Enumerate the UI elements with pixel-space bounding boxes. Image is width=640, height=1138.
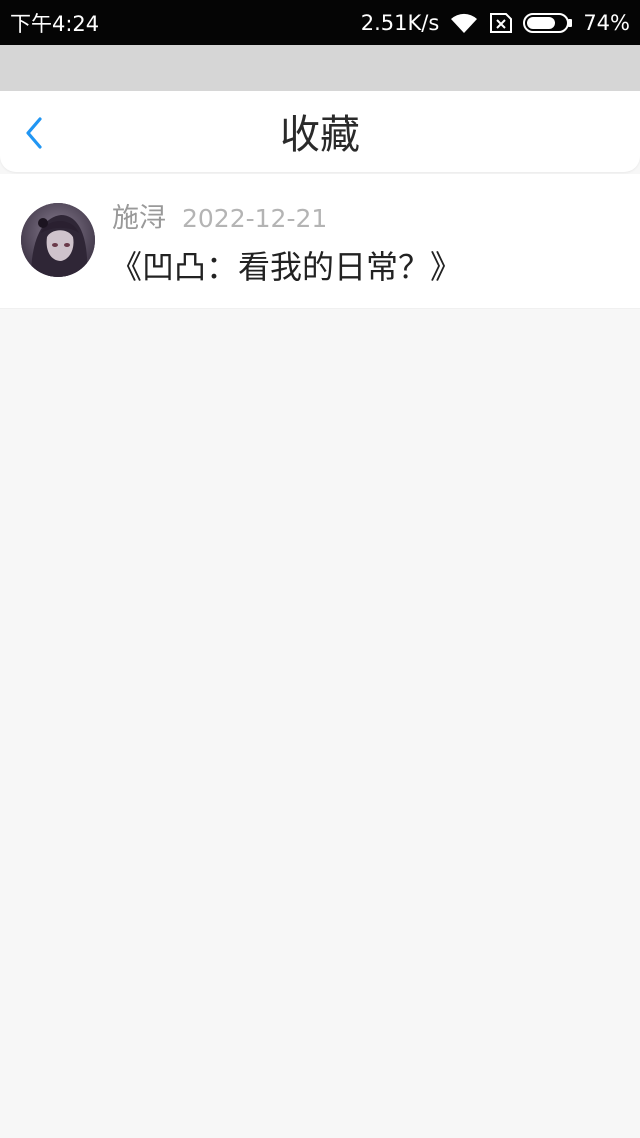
status-time: 下午4:24 — [10, 11, 100, 36]
page-title: 收藏 — [280, 112, 360, 158]
battery-percent: 74% — [583, 10, 630, 35]
status-bar: 下午4:24 2.51K/s 74% — [0, 0, 640, 45]
title-bar: 收藏 — [0, 91, 640, 172]
author-name[interactable]: 施浔 — [112, 196, 166, 235]
no-sim-icon — [489, 12, 513, 34]
network-speed: 2.51K/s — [360, 10, 440, 35]
meta-row: 施浔 2022-12-21 — [112, 196, 327, 235]
wifi-icon — [449, 11, 479, 35]
back-button[interactable] — [14, 115, 54, 155]
battery-icon — [523, 12, 573, 34]
favorites-list: 施浔 2022-12-21 《凹凸：看我的日常？》 — [0, 174, 640, 309]
header-spacer — [0, 45, 640, 91]
post-title[interactable]: 《凹凸：看我的日常？》 — [110, 242, 462, 288]
avatar[interactable] — [21, 203, 95, 277]
battery-fill — [527, 16, 556, 29]
post-date: 2022-12-21 — [182, 204, 328, 233]
list-item[interactable]: 施浔 2022-12-21 《凹凸：看我的日常？》 — [0, 174, 640, 309]
chevron-left-icon — [23, 116, 45, 154]
